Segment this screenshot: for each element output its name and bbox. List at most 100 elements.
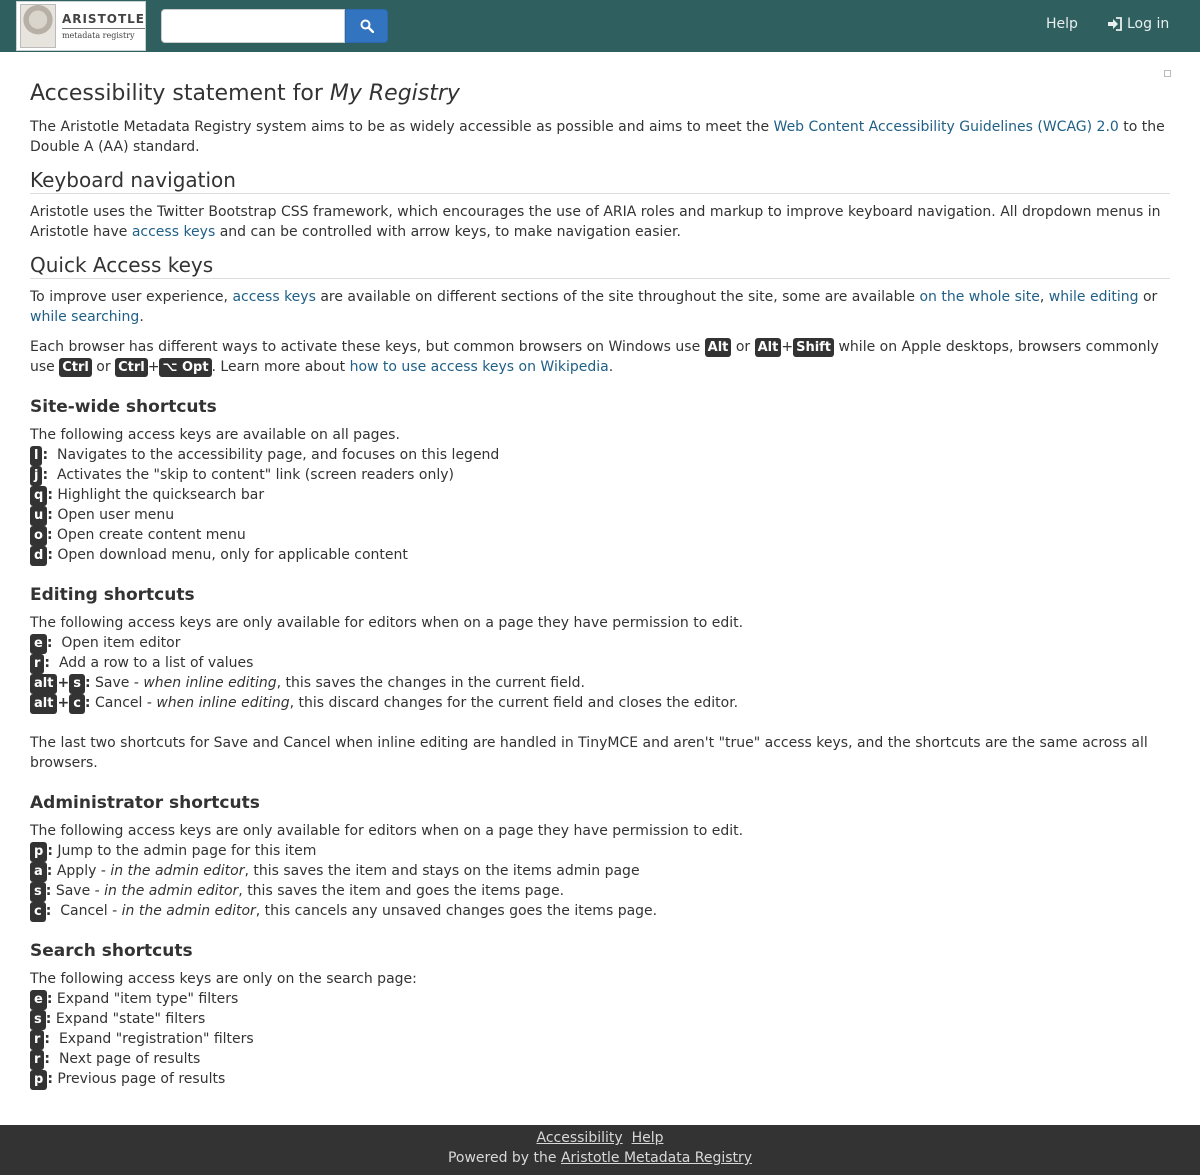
powered-by-text: Powered by the	[447, 1150, 561, 1166]
qa-text-c: ,	[1039, 289, 1049, 305]
shortcut-desc: Open user menu	[57, 507, 175, 523]
access-keys-link-2[interactable]: access keys	[232, 289, 315, 305]
page-title: Accessibility statement for My Registry	[30, 79, 1170, 109]
login-label: Log in	[1127, 16, 1170, 32]
shortcut-item: p: Previous page of results	[30, 1069, 1170, 1090]
footer-powered-by: Powered by the Aristotle Metadata Regist…	[0, 1150, 1200, 1166]
admin-shortcuts-heading: Administrator shortcuts	[30, 793, 260, 813]
shortcut-context: in the admin editor	[104, 883, 239, 899]
shortcut-context: in the admin editor	[121, 903, 256, 919]
shortcut-key: c	[30, 902, 46, 922]
sign-in-icon	[1108, 17, 1122, 31]
search-shortcut-list: The following access keys are only on th…	[30, 969, 1170, 1090]
key-ctrl-2: Ctrl	[115, 358, 148, 377]
shortcut-key: c	[69, 694, 85, 714]
top-navbar: ARISTOTLE metadata registry Help Log in	[0, 0, 1200, 52]
shortcut-context: in the admin editor	[110, 863, 245, 879]
shortcut-key: s	[69, 674, 85, 694]
shortcut-desc: Next page of results	[58, 1051, 201, 1067]
shortcut-key: s	[30, 882, 46, 902]
shortcut-item: e: Open item editor	[30, 633, 1170, 654]
nav-help-link[interactable]: Help	[1046, 16, 1078, 32]
keyboard-navigation-heading: Keyboard navigation	[30, 167, 1170, 194]
access-keys-link[interactable]: access keys	[132, 224, 215, 240]
shortcut-item: alt + c: Cancel - when inline editing, thi…	[30, 693, 1170, 714]
search-shortcuts-heading: Search shortcuts	[30, 941, 193, 961]
quicksearch-input[interactable]	[161, 9, 345, 43]
shortcut-context: when inline editing	[156, 695, 290, 711]
shortcut-item: q: Highlight the quicksearch bar	[30, 485, 1170, 506]
wcag-link[interactable]: Web Content Accessibility Guidelines (WC…	[774, 119, 1119, 135]
shortcut-prefix: Cancel -	[94, 695, 157, 711]
footer-accessibility-link[interactable]: Accessibility	[537, 1130, 623, 1146]
while-editing-link[interactable]: while editing	[1049, 289, 1139, 305]
plus-text: +	[781, 339, 794, 355]
shortcut-key: p	[30, 1070, 48, 1090]
shortcut-key: d	[30, 546, 48, 566]
shortcut-desc: Previous page of results	[57, 1071, 226, 1087]
shortcut-key: r	[30, 1050, 45, 1070]
shortcut-prefix: Cancel -	[60, 903, 122, 919]
shortcut-suffix: , this saves the changes in the current …	[276, 675, 585, 691]
title-registry-name: My Registry	[329, 81, 460, 106]
shortcut-desc: Open download menu, only for applicable …	[57, 547, 408, 563]
shortcut-item: o: Open create content menu	[30, 525, 1170, 546]
editing-shortcut-list: The following access keys are only avail…	[30, 613, 1170, 714]
search-intro: The following access keys are only on th…	[30, 971, 417, 987]
shortcut-key: r	[30, 1030, 45, 1050]
editing-shortcuts-heading: Editing shortcuts	[30, 585, 195, 605]
qa2-text-c: . Learn more about	[211, 359, 350, 375]
shortcut-desc: Activates the "skip to content" link (sc…	[56, 467, 454, 483]
key-alt: Alt	[704, 338, 732, 357]
shortcut-suffix: , this saves the item and goes the items…	[238, 883, 565, 899]
logo-text: ARISTOTLE metadata registry	[61, 12, 145, 40]
while-searching-link[interactable]: while searching	[30, 309, 139, 325]
shortcut-prefix: Save -	[95, 675, 144, 691]
quick-access-heading: Quick Access keys	[30, 252, 1170, 279]
shortcut-suffix: , this discard changes for the current f…	[289, 695, 739, 711]
shortcut-desc: Expand "item type" filters	[56, 991, 239, 1007]
editing-intro: The following access keys are only avail…	[30, 615, 744, 631]
shortcut-item: s: Expand "state" filters	[30, 1009, 1170, 1030]
shortcut-item: r: Add a row to a list of values	[30, 653, 1170, 674]
shortcut-context: when inline editing	[143, 675, 277, 691]
shortcut-key: alt	[30, 694, 58, 714]
key-option: ⌥ Opt	[159, 358, 212, 377]
sitewide-shortcut-list: The following access keys are available …	[30, 425, 1170, 566]
shortcut-item: r: Expand "registration" filters	[30, 1029, 1170, 1050]
tinymce-note: The last two shortcuts for Save and Canc…	[30, 735, 1148, 771]
shortcut-key: p	[30, 842, 48, 862]
shortcut-desc: Jump to the admin page for this item	[57, 843, 317, 859]
shortcut-item: u: Open user menu	[30, 505, 1170, 526]
or-text: or	[731, 339, 755, 355]
shortcut-key: u	[30, 506, 48, 526]
shortcut-item: l: Navigates to the accessibility page, …	[30, 445, 1170, 466]
combo-plus: +	[57, 695, 70, 711]
shortcut-key: q	[30, 486, 48, 506]
aristotle-logo[interactable]: ARISTOTLE metadata registry	[16, 1, 146, 51]
keyboard-text-2: and can be controlled with arrow keys, t…	[215, 224, 681, 240]
qa-text-a: To improve user experience,	[30, 289, 233, 305]
footer-help-link[interactable]: Help	[632, 1130, 664, 1146]
shortcut-item: e: Expand "item type" filters	[30, 989, 1170, 1010]
shortcut-key: r	[30, 654, 45, 674]
sitewide-intro: The following access keys are available …	[30, 427, 400, 443]
shortcut-item: c: Cancel - in the admin editor, this ca…	[30, 901, 1170, 922]
shortcut-prefix: Save -	[55, 883, 105, 899]
search-icon	[360, 19, 374, 33]
whole-site-link[interactable]: on the whole site	[919, 289, 1039, 305]
key-shift: Shift	[793, 338, 835, 357]
shortcut-prefix: Apply -	[56, 863, 111, 879]
logo-subtitle: metadata registry	[61, 28, 145, 40]
main-content: Accessibility statement for My Registry …	[30, 72, 1170, 1090]
qa-text-e: .	[139, 309, 144, 325]
nav-login-link[interactable]: Log in	[1107, 16, 1169, 32]
search-button[interactable]	[345, 9, 388, 43]
aristotle-registry-link[interactable]: Aristotle Metadata Registry	[561, 1150, 752, 1166]
wikipedia-access-keys-link[interactable]: how to use access keys on Wikipedia	[350, 359, 609, 375]
keyboard-paragraph: Aristotle uses the Twitter Bootstrap CSS…	[30, 202, 1170, 242]
qa2-text-a: Each browser has different ways to activ…	[30, 339, 705, 355]
shortcut-item: s: Save - in the admin editor, this save…	[30, 881, 1170, 902]
shortcut-key: a	[30, 862, 47, 882]
aristotle-bust-image	[20, 4, 56, 48]
